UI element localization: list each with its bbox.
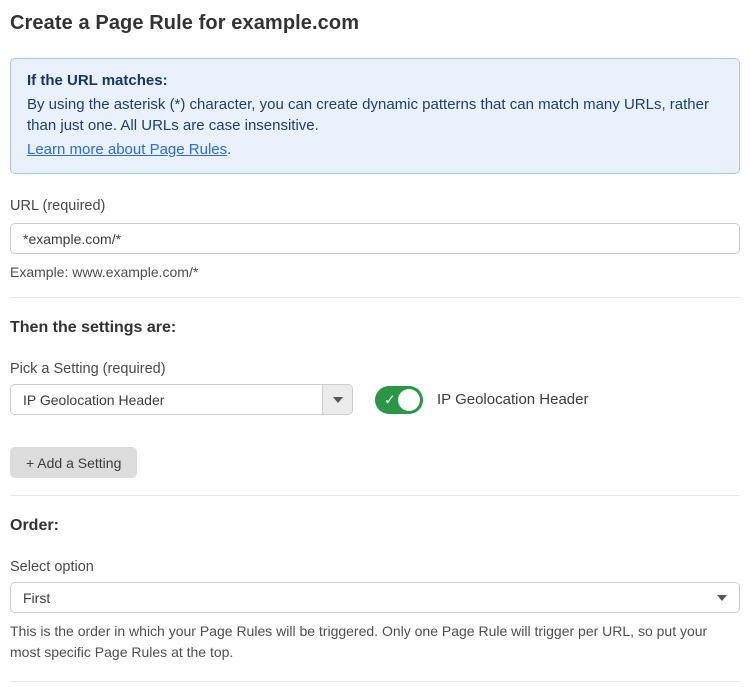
divider [10,297,740,298]
pick-setting-label: Pick a Setting (required) [10,361,740,377]
info-box-link-line: Learn more about Page Rules. [27,139,723,161]
order-section-heading: Order: [10,517,740,535]
learn-more-link[interactable]: Learn more about Page Rules [27,141,227,158]
page-title: Create a Page Rule for example.com [10,12,740,35]
url-input[interactable] [10,223,740,254]
link-period: . [227,141,231,158]
url-matches-info-box: If the URL matches: By using the asteris… [10,58,740,174]
chevron-down-icon [717,595,727,601]
info-box-heading: If the URL matches: [27,70,723,92]
setting-select-caret-button[interactable] [322,385,352,414]
order-select-value: First [23,590,717,606]
setting-select-value: IP Geolocation Header [11,385,322,414]
create-page-rule-form: Create a Page Rule for example.com If th… [0,0,750,687]
url-example-text: Example: www.example.com/* [10,262,740,282]
order-help-text: This is the order in which your Page Rul… [10,621,730,663]
divider [10,681,740,682]
ip-geolocation-toggle-group: ✓ IP Geolocation Header [375,386,589,414]
setting-select[interactable]: IP Geolocation Header [10,384,353,415]
toggle-knob [398,389,420,411]
setting-row: IP Geolocation Header ✓ IP Geolocation H… [10,384,740,415]
info-box-body: By using the asterisk (*) character, you… [27,94,717,137]
order-select[interactable]: First [10,582,740,613]
check-icon: ✓ [384,392,396,406]
chevron-down-icon [333,397,343,403]
url-field-label: URL (required) [10,198,740,214]
add-setting-button[interactable]: + Add a Setting [10,447,137,478]
divider [10,495,740,496]
settings-section-heading: Then the settings are: [10,319,740,337]
toggle-label: IP Geolocation Header [437,391,589,408]
ip-geolocation-toggle[interactable]: ✓ [375,386,423,414]
select-option-label: Select option [10,559,740,575]
